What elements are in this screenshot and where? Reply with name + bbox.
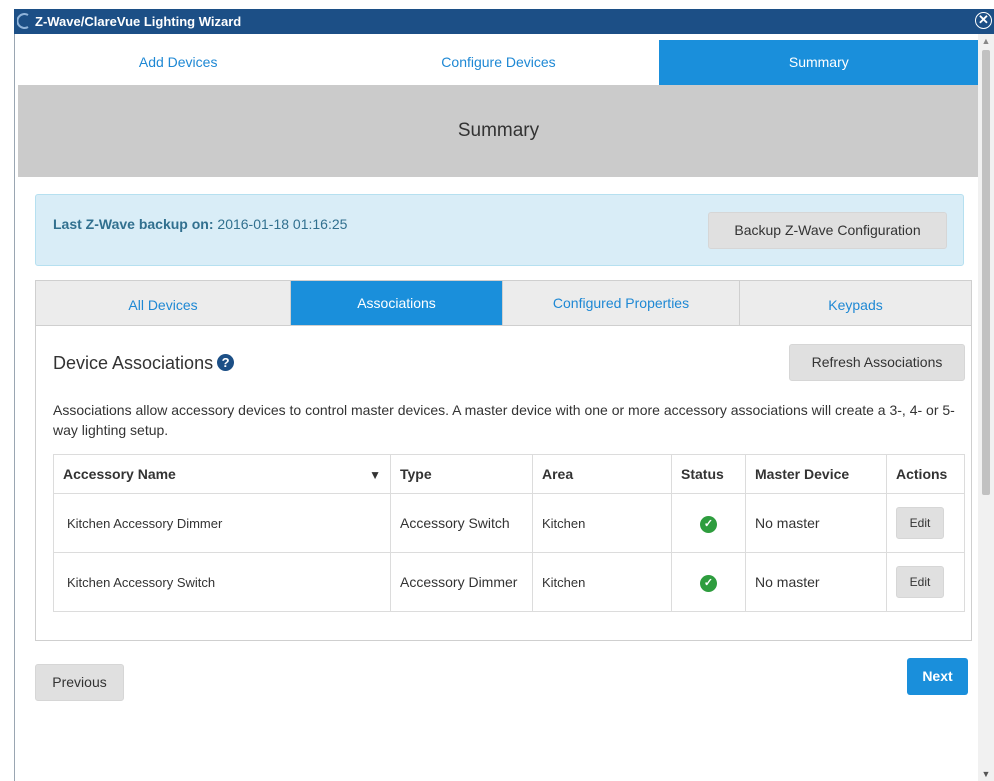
accessory-name-cell: Kitchen Accessory Switch xyxy=(53,552,391,612)
column-label: Accessory Name xyxy=(63,466,176,482)
type-cell: Accessory Dimmer xyxy=(390,552,533,612)
scrollbar-thumb[interactable] xyxy=(982,50,990,495)
close-icon[interactable]: ✕ xyxy=(975,12,992,29)
actions-cell: Edit xyxy=(886,552,965,612)
status-cell: ✓ xyxy=(671,552,746,612)
backup-label: Last Z-Wave backup on: xyxy=(53,216,214,232)
wizard-steps: Add Devices Configure Devices Summary xyxy=(18,40,979,85)
panel-description: Associations allow accessory devices to … xyxy=(53,402,955,438)
edit-button[interactable]: Edit xyxy=(896,566,944,598)
column-accessory-name[interactable]: Accessory Name ▼ xyxy=(53,454,391,494)
app-logo-icon xyxy=(17,13,29,29)
table-row: Kitchen Accessory Dimmer Accessory Switc… xyxy=(53,493,965,553)
backup-status: Last Z-Wave backup on: 2016-01-18 01:16:… xyxy=(53,216,347,232)
tab-summary[interactable]: Summary xyxy=(658,40,979,85)
refresh-associations-button[interactable]: Refresh Associations xyxy=(789,344,965,381)
associations-table: Accessory Name ▼ Type Area Status Master… xyxy=(53,454,965,612)
panel-title-text: Device Associations xyxy=(53,353,214,373)
vertical-scrollbar[interactable]: ▲ ▼ xyxy=(978,34,994,781)
tab-configure-devices[interactable]: Configure Devices xyxy=(338,40,658,85)
column-area[interactable]: Area xyxy=(532,454,672,494)
panel-title: Device Associations? xyxy=(53,353,235,374)
scroll-up-icon[interactable]: ▲ xyxy=(978,36,994,46)
subtab-configured-properties[interactable]: Configured Properties xyxy=(503,281,740,325)
next-button[interactable]: Next xyxy=(907,658,968,695)
master-device-cell: No master xyxy=(745,493,887,553)
wizard-content: Add Devices Configure Devices Summary Su… xyxy=(15,34,979,781)
backup-timestamp: 2016-01-18 01:16:25 xyxy=(217,216,348,232)
status-cell: ✓ xyxy=(671,493,746,553)
area-cell: Kitchen xyxy=(532,552,672,612)
device-subtabs: All Devices Associations Configured Prop… xyxy=(35,280,972,326)
column-type[interactable]: Type xyxy=(390,454,533,494)
column-status[interactable]: Status xyxy=(671,454,746,494)
table-header-row: Accessory Name ▼ Type Area Status Master… xyxy=(53,454,965,494)
caret-down-icon[interactable]: ▼ xyxy=(369,468,381,482)
window-title: Z-Wave/ClareVue Lighting Wizard xyxy=(35,14,242,29)
backup-info-box: Last Z-Wave backup on: 2016-01-18 01:16:… xyxy=(35,194,964,266)
wizard-window: Add Devices Configure Devices Summary Su… xyxy=(14,34,994,781)
window-titlebar: Z-Wave/ClareVue Lighting Wizard ✕ xyxy=(14,9,994,34)
table-row: Kitchen Accessory Switch Accessory Dimme… xyxy=(53,552,965,612)
area-cell: Kitchen xyxy=(532,493,672,553)
question-circle-icon[interactable]: ? xyxy=(217,354,235,371)
subtab-all-devices[interactable]: All Devices xyxy=(36,281,291,325)
column-master-device[interactable]: Master Device xyxy=(745,454,887,494)
tab-add-devices[interactable]: Add Devices xyxy=(18,40,338,85)
type-cell: Accessory Switch xyxy=(390,493,533,553)
subtab-keypads[interactable]: Keypads xyxy=(740,281,971,325)
page-title: Summary xyxy=(18,85,979,177)
previous-button[interactable]: Previous xyxy=(35,664,124,701)
edit-button[interactable]: Edit xyxy=(896,507,944,539)
master-device-cell: No master xyxy=(745,552,887,612)
check-circle-icon: ✓ xyxy=(700,515,717,533)
associations-panel: Device Associations? Refresh Association… xyxy=(35,326,972,641)
scroll-down-icon[interactable]: ▼ xyxy=(978,769,994,779)
backup-config-button[interactable]: Backup Z-Wave Configuration xyxy=(708,212,947,249)
accessory-name-cell: Kitchen Accessory Dimmer xyxy=(53,493,391,553)
column-actions: Actions xyxy=(886,454,965,494)
check-circle-icon: ✓ xyxy=(700,574,717,592)
subtab-associations[interactable]: Associations xyxy=(291,281,503,325)
actions-cell: Edit xyxy=(886,493,965,553)
